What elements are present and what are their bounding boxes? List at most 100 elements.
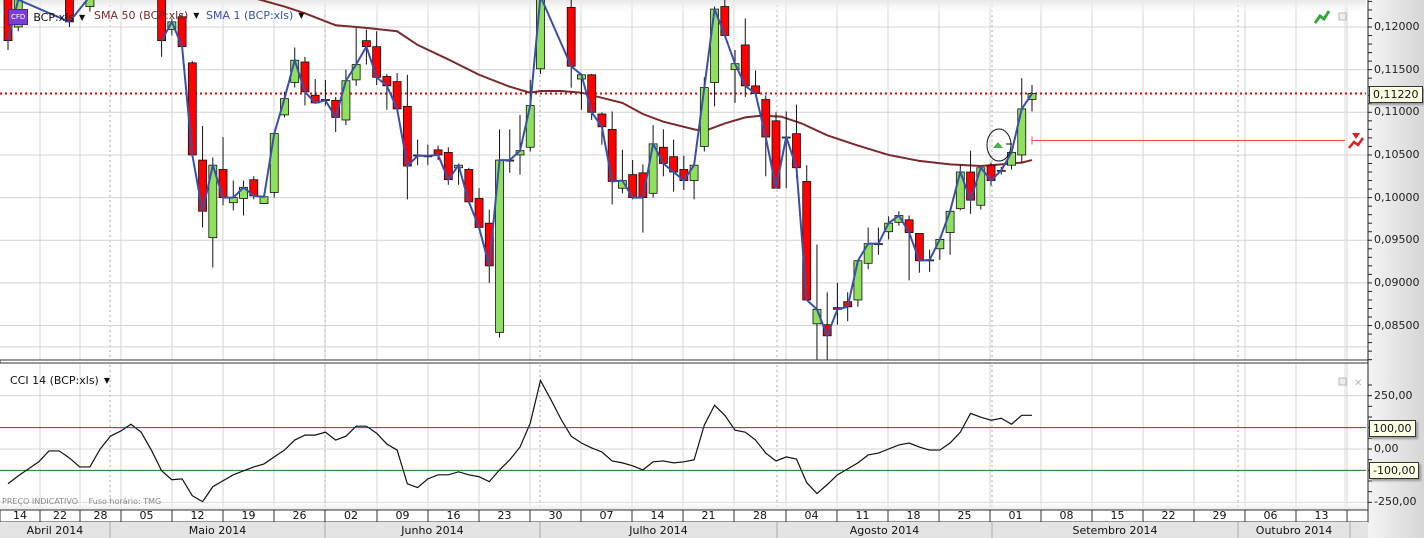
candle bbox=[464, 167, 474, 203]
candle-body bbox=[351, 64, 361, 81]
timezone-note: Fuso horário: TMG bbox=[88, 497, 162, 506]
cci-line bbox=[7, 378, 1032, 503]
candle-body bbox=[710, 8, 719, 83]
candle bbox=[935, 238, 945, 260]
candle bbox=[239, 180, 248, 216]
candle-body bbox=[658, 146, 668, 164]
date-label: 19 bbox=[241, 509, 256, 522]
candle bbox=[3, 0, 13, 51]
cci-legend[interactable]: CCI 14 (BCP:xls) ▼ bbox=[10, 374, 110, 387]
candle-body bbox=[689, 164, 699, 181]
candle-body bbox=[720, 6, 730, 36]
symbol-label: BCP:xls bbox=[33, 10, 74, 24]
candle-body bbox=[525, 105, 535, 148]
current-price-tag: 0,11220 bbox=[1369, 86, 1423, 103]
cci-lower-level-tag: -100,00 bbox=[1369, 462, 1420, 479]
sma50-line bbox=[257, 0, 1033, 168]
chevron-down-icon[interactable]: ▼ bbox=[104, 376, 110, 385]
candle-body bbox=[587, 74, 597, 113]
date-label: 28 bbox=[93, 509, 108, 522]
candle-body bbox=[966, 171, 975, 201]
date-label: 29 bbox=[1212, 509, 1227, 522]
date-label: 28 bbox=[753, 509, 767, 522]
maximize-icon bbox=[1338, 377, 1347, 386]
candle-body bbox=[341, 80, 351, 121]
y-axis-background bbox=[1368, 0, 1424, 538]
candle bbox=[566, 0, 576, 88]
y-axis-label: 0,12000 bbox=[1374, 20, 1420, 33]
date-label: 22 bbox=[53, 509, 67, 522]
candle-body bbox=[802, 180, 812, 301]
candle bbox=[269, 131, 279, 198]
date-label: 05 bbox=[139, 509, 154, 522]
date-label: 22 bbox=[1161, 509, 1176, 522]
candle-body bbox=[1017, 108, 1027, 156]
chevron-down-icon[interactable]: ▼ bbox=[193, 11, 199, 20]
y-axis-label: 0,08500 bbox=[1374, 318, 1420, 332]
candle-body bbox=[853, 260, 863, 301]
candle-body bbox=[269, 133, 279, 193]
month-label: Outubro 2014 bbox=[1255, 524, 1333, 537]
cci-label: CCI 14 (BCP:xls) bbox=[10, 374, 99, 387]
date-label: 02 bbox=[344, 509, 358, 522]
candle bbox=[904, 215, 914, 281]
candle bbox=[802, 165, 812, 301]
y-axis-label: 0,09500 bbox=[1374, 233, 1420, 247]
candle bbox=[413, 139, 423, 166]
date-label: 04 bbox=[804, 509, 819, 522]
month-label: Maio 2014 bbox=[188, 524, 247, 537]
candle bbox=[505, 129, 515, 173]
sma1-label: SMA 1 (BCP:xls) bbox=[206, 9, 294, 22]
candle-body bbox=[372, 46, 382, 78]
candle bbox=[710, 6, 719, 107]
date-label: 30 bbox=[548, 509, 563, 522]
date-label: 14 bbox=[650, 509, 665, 522]
candle bbox=[536, 0, 545, 74]
candle-body bbox=[914, 233, 924, 262]
footer-note: PREÇO INDICATIVO Fuso horário: TMG bbox=[2, 497, 161, 506]
candle bbox=[351, 27, 361, 86]
date-label: 15 bbox=[1110, 509, 1125, 522]
sma1-legend[interactable]: SMA 1 (BCP:xls) ▼ bbox=[206, 9, 304, 22]
sma1-line bbox=[160, 0, 1033, 339]
sma50-label: SMA 50 (BCP:xls) bbox=[94, 9, 189, 22]
cci-axis-label: -250,00 bbox=[1374, 495, 1417, 509]
header-fade bbox=[0, 0, 1366, 16]
month-label: Junho 2014 bbox=[401, 524, 464, 537]
cfd-badge-icon: CFD bbox=[8, 9, 29, 25]
candle bbox=[874, 227, 883, 255]
candle-body bbox=[607, 128, 617, 182]
y-axis-label: 0,10000 bbox=[1374, 190, 1420, 204]
candle bbox=[187, 61, 197, 156]
date-label: 23 bbox=[497, 509, 512, 522]
candle bbox=[679, 155, 689, 190]
cci-upper-level-tag: 100,00 bbox=[1369, 420, 1416, 437]
chart-canvas[interactable]: ✕ bbox=[0, 0, 1424, 538]
sma50-legend[interactable]: SMA 50 (BCP:xls) ▼ bbox=[94, 9, 199, 22]
candle-body bbox=[699, 87, 709, 147]
candle bbox=[259, 196, 269, 204]
symbol-legend[interactable]: CFD BCP:xls ▼ bbox=[8, 9, 85, 25]
candle bbox=[986, 162, 996, 186]
date-label: 11 bbox=[855, 509, 870, 522]
y-axis-label: 0,11500 bbox=[1374, 62, 1420, 76]
date-label: 26 bbox=[292, 509, 307, 522]
y-axis-label: 0,11000 bbox=[1374, 105, 1420, 119]
month-label: Setembro 2014 bbox=[1072, 524, 1158, 537]
candle-body bbox=[464, 169, 474, 203]
month-label: Julho 2014 bbox=[629, 524, 688, 537]
date-label: 25 bbox=[957, 509, 972, 522]
month-label: Agosto 2014 bbox=[849, 524, 920, 537]
candle bbox=[853, 260, 863, 307]
date-label: 13 bbox=[1314, 509, 1329, 522]
y-axis-label: 0,09000 bbox=[1374, 275, 1420, 289]
candle bbox=[607, 111, 617, 205]
y-axis-label: 0,10500 bbox=[1374, 147, 1420, 161]
chevron-down-icon[interactable]: ▼ bbox=[79, 13, 85, 22]
candle bbox=[812, 244, 822, 360]
candle-body bbox=[218, 169, 228, 199]
maximize-icon bbox=[1338, 12, 1347, 21]
chevron-down-icon[interactable]: ▼ bbox=[298, 11, 304, 20]
candle-body bbox=[597, 113, 607, 128]
cci-axis-label: 0,00 bbox=[1374, 442, 1399, 455]
